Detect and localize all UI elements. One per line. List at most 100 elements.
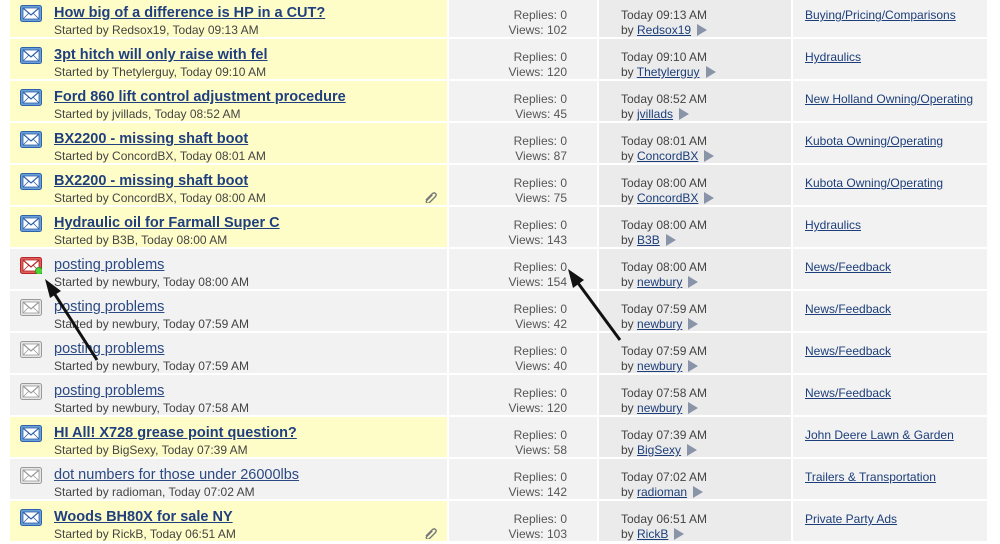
views-count: Views: 120 <box>508 65 567 79</box>
last-poster-link[interactable]: RickB <box>637 527 668 541</box>
forum-link[interactable]: John Deere Lawn & Garden <box>805 428 954 442</box>
thread-title-link[interactable]: posting problems <box>54 341 164 357</box>
thread-title-link[interactable]: How big of a difference is HP in a CUT? <box>54 5 325 21</box>
replies-count: Replies: 0 <box>513 176 567 190</box>
arrow-right-icon[interactable] <box>674 528 685 540</box>
last-post-time: Today 08:52 AM <box>621 92 708 106</box>
last-post-time: Today 08:00 AM <box>621 260 708 274</box>
last-poster-link[interactable]: Redsox19 <box>637 23 691 37</box>
last-post-time: Today 07:02 AM <box>621 470 708 484</box>
last-post-cell: Today 07:58 AM by newbury <box>599 375 791 415</box>
last-post-time: Today 07:58 AM <box>621 386 708 400</box>
arrow-right-icon[interactable] <box>704 150 715 162</box>
forum-link[interactable]: Hydraulics <box>805 218 861 232</box>
thread-title-link[interactable]: posting problems <box>54 257 164 273</box>
thread-title-link[interactable]: Hydraulic oil for Farmall Super C <box>54 215 280 231</box>
forum-link[interactable]: Kubota Owning/Operating <box>805 176 943 190</box>
thread-title-link[interactable]: Ford 860 lift control adjustment procedu… <box>54 89 346 105</box>
forum-link[interactable]: News/Feedback <box>805 386 891 400</box>
forum-cell: Trailers & Transportation <box>793 459 987 499</box>
thread-title-link[interactable]: HI All! X728 grease point question? <box>54 425 297 441</box>
envelope-blue-icon[interactable] <box>20 425 42 442</box>
views-count: Views: 75 <box>515 191 567 205</box>
forum-cell: News/Feedback <box>793 249 987 289</box>
envelope-blue-icon[interactable] <box>20 509 42 526</box>
thread-stats-cell: Replies: 0 Views: 154 <box>449 249 597 289</box>
last-poster-link[interactable]: newbury <box>637 275 682 289</box>
forum-link[interactable]: Private Party Ads <box>805 512 897 526</box>
last-poster-link[interactable]: jvillads <box>637 107 673 121</box>
thread-title-link[interactable]: BX2200 - missing shaft boot <box>54 131 248 147</box>
envelope-gray-icon[interactable] <box>20 299 42 316</box>
last-poster-link[interactable]: newbury <box>637 401 682 415</box>
thread-title-link[interactable]: BX2200 - missing shaft boot <box>54 173 248 189</box>
forum-link[interactable]: Hydraulics <box>805 50 861 64</box>
arrow-right-icon[interactable] <box>679 108 690 120</box>
last-poster-link[interactable]: BigSexy <box>637 443 681 457</box>
views-count: Views: 40 <box>515 359 567 373</box>
thread-started-by: Started by Thetylerguy, Today 09:10 AM <box>54 65 267 79</box>
thread-title-link[interactable]: Woods BH80X for sale NY <box>54 509 233 525</box>
thread-title-link[interactable]: dot numbers for those under 26000lbs <box>54 467 299 483</box>
last-post-by: by B3B <box>621 233 676 247</box>
thread-title-link[interactable]: posting problems <box>54 383 164 399</box>
thread-started-by: Started by newbury, Today 07:59 AM <box>54 359 250 373</box>
last-post-cell: Today 08:00 AM by newbury <box>599 249 791 289</box>
last-post-by: by radioman <box>621 485 704 499</box>
arrow-right-icon[interactable] <box>688 276 699 288</box>
thread-title-link[interactable]: posting problems <box>54 299 164 315</box>
last-poster-link[interactable]: ConcordBX <box>637 191 698 205</box>
views-count: Views: 45 <box>515 107 567 121</box>
by-label: by <box>621 359 638 373</box>
last-post-time: Today 07:59 AM <box>621 302 708 316</box>
arrow-right-icon[interactable] <box>688 402 699 414</box>
envelope-blue-icon[interactable] <box>20 131 42 148</box>
envelope-gray-icon[interactable] <box>20 467 42 484</box>
arrow-right-icon[interactable] <box>705 66 716 78</box>
last-poster-link[interactable]: Thetylerguy <box>637 65 700 79</box>
views-count: Views: 154 <box>508 275 567 289</box>
forum-link[interactable]: Buying/Pricing/Comparisons <box>805 8 956 22</box>
thread-main-cell: posting problems Started by newbury, Toda… <box>10 333 447 373</box>
thread-title-link[interactable]: 3pt hitch will only raise with fel <box>54 47 268 63</box>
forum-link[interactable]: News/Feedback <box>805 344 891 358</box>
last-poster-link[interactable]: B3B <box>637 233 660 247</box>
forum-link[interactable]: News/Feedback <box>805 302 891 316</box>
last-poster-link[interactable]: newbury <box>637 359 682 373</box>
envelope-gray-icon[interactable] <box>20 383 42 400</box>
arrow-right-icon[interactable] <box>697 24 708 36</box>
arrow-right-icon[interactable] <box>687 444 698 456</box>
last-post-time: Today 09:13 AM <box>621 8 708 22</box>
forum-link[interactable]: New Holland Owning/Operating <box>805 92 973 106</box>
views-count: Views: 58 <box>515 443 567 457</box>
by-label: by <box>621 23 638 37</box>
replies-count: Replies: 0 <box>513 470 567 484</box>
envelope-blue-icon[interactable] <box>20 47 42 64</box>
arrow-right-icon[interactable] <box>704 192 715 204</box>
thread-stats-cell: Replies: 0 Views: 75 <box>449 165 597 205</box>
envelope-blue-icon[interactable] <box>20 173 42 190</box>
last-post-by: by jvillads <box>621 107 690 121</box>
last-poster-link[interactable]: newbury <box>637 317 682 331</box>
forum-link[interactable]: Kubota Owning/Operating <box>805 134 943 148</box>
thread-started-by: Started by RickB, Today 06:51 AM <box>54 527 236 541</box>
envelope-blue-icon[interactable] <box>20 215 42 232</box>
envelope-blue-icon[interactable] <box>20 5 42 22</box>
thread-row: Ford 860 lift control adjustment procedu… <box>10 81 987 121</box>
thread-row: Hydraulic oil for Farmall Super C Started… <box>10 207 987 247</box>
arrow-right-icon[interactable] <box>688 360 699 372</box>
last-poster-link[interactable]: ConcordBX <box>637 149 698 163</box>
last-poster-link[interactable]: radioman <box>637 485 687 499</box>
envelope-blue-icon[interactable] <box>20 89 42 106</box>
arrow-right-icon[interactable] <box>688 318 699 330</box>
last-post-time: Today 08:00 AM <box>621 176 708 190</box>
thread-main-cell: posting problems Started by newbury, Toda… <box>10 249 447 289</box>
envelope-gray-icon[interactable] <box>20 341 42 358</box>
last-post-cell: Today 09:13 AM by Redsox19 <box>599 0 791 37</box>
forum-link[interactable]: Trailers & Transportation <box>805 470 936 484</box>
forum-link[interactable]: News/Feedback <box>805 260 891 274</box>
envelope-red-new-icon[interactable] <box>20 257 42 274</box>
arrow-right-icon[interactable] <box>693 486 704 498</box>
thread-main-cell: posting problems Started by newbury, Toda… <box>10 375 447 415</box>
arrow-right-icon[interactable] <box>665 234 676 246</box>
